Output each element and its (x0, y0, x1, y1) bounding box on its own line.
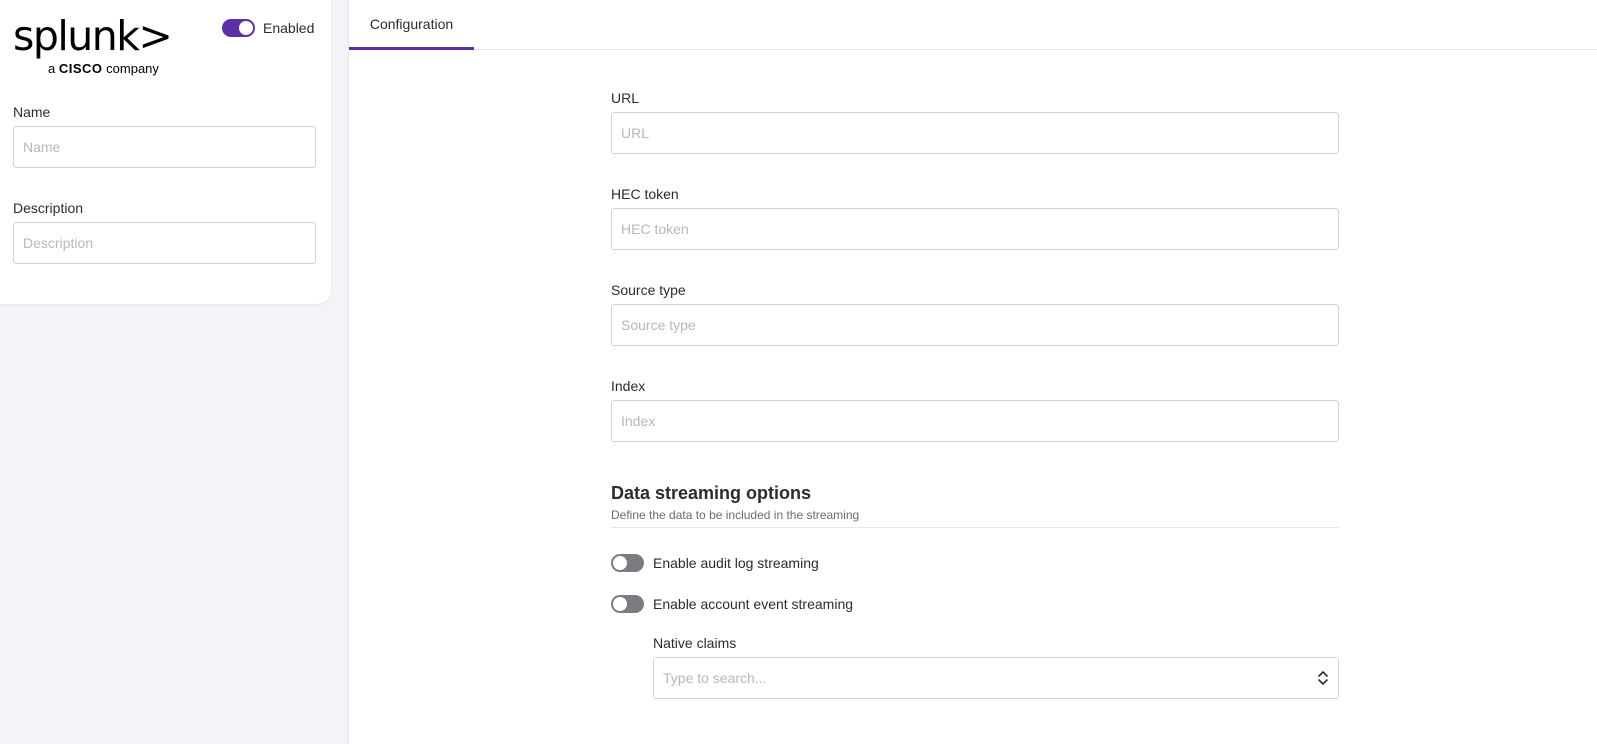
audit-log-toggle[interactable] (611, 554, 644, 572)
tab-bar: Configuration (349, 0, 1597, 50)
source-type-input[interactable] (611, 304, 1339, 346)
name-label: Name (13, 104, 51, 120)
toggle-knob (239, 21, 253, 35)
native-claims-search-input[interactable] (653, 657, 1339, 699)
audit-log-switch-row: Enable audit log streaming (611, 554, 819, 572)
account-event-label: Enable account event streaming (653, 596, 854, 612)
section-subtitle: Define the data to be included in the st… (611, 508, 860, 522)
description-input[interactable] (13, 222, 316, 264)
section-divider (611, 527, 1339, 528)
source-details-card: splunk> a CISCO company Enabled Name Des… (0, 0, 331, 304)
audit-log-label: Enable audit log streaming (653, 555, 819, 571)
section-title: Data streaming options (611, 483, 812, 503)
enabled-switch-row: Enabled (222, 19, 314, 37)
index-input[interactable] (611, 400, 1339, 442)
logo-tagline: a CISCO company (48, 61, 159, 76)
native-claims-select[interactable] (653, 657, 1339, 699)
hec-token-label: HEC token (611, 186, 679, 202)
enabled-label: Enabled (263, 20, 315, 36)
main-panel: Configuration URL HEC token Source type … (348, 0, 1597, 744)
url-input[interactable] (611, 112, 1339, 154)
url-label: URL (611, 90, 640, 106)
name-input[interactable] (13, 126, 316, 168)
description-label: Description (13, 200, 84, 216)
tab-configuration[interactable]: Configuration (349, 0, 474, 50)
native-claims-label: Native claims (653, 635, 737, 651)
index-label: Index (611, 378, 646, 394)
toggle-knob (613, 556, 627, 570)
source-type-label: Source type (611, 282, 686, 298)
account-event-toggle[interactable] (611, 595, 644, 613)
enabled-toggle[interactable] (222, 19, 255, 37)
logo-wordmark: splunk> (13, 12, 173, 60)
toggle-knob (613, 597, 627, 611)
splunk-logo: splunk> a CISCO company (13, 12, 173, 78)
chevron-up-down-icon[interactable] (1317, 669, 1329, 687)
account-event-switch-row: Enable account event streaming (611, 595, 853, 613)
hec-token-input[interactable] (611, 208, 1339, 250)
